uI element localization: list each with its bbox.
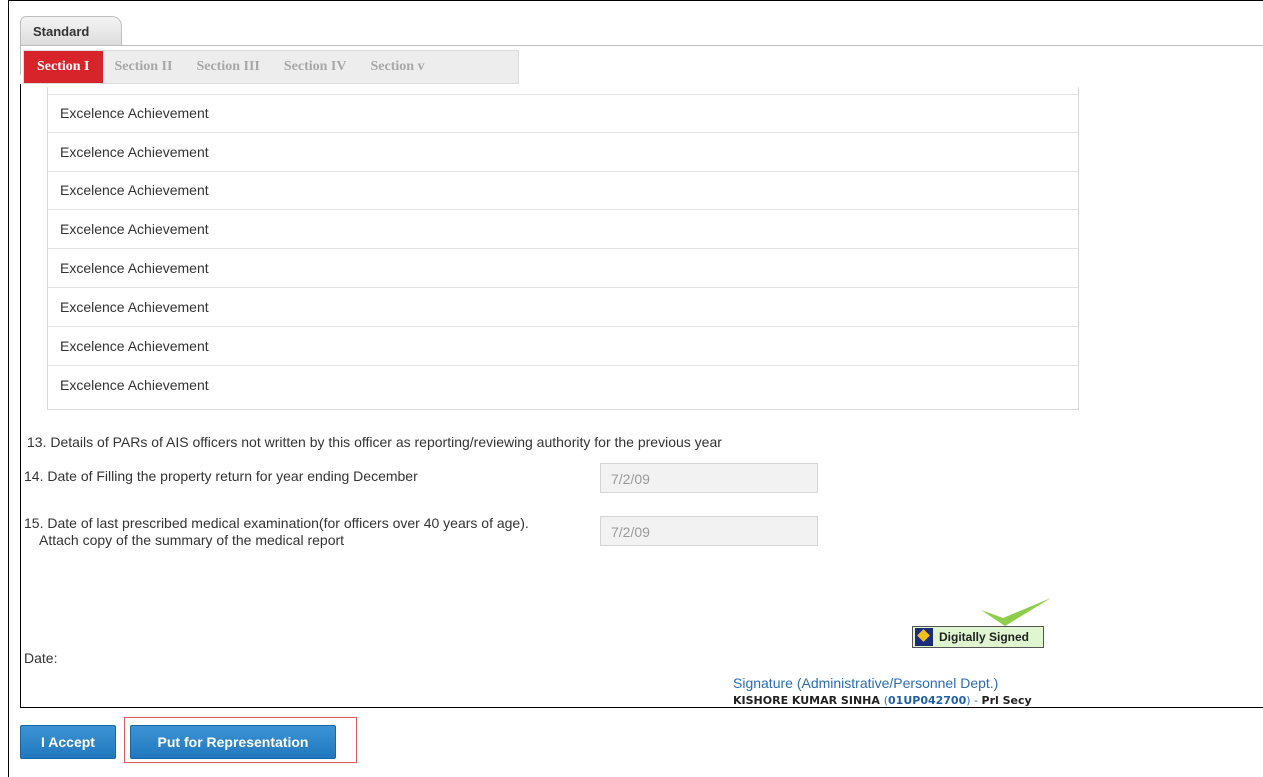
table-row: Excelence Achievement [48, 94, 1078, 133]
question-15-line-1: 15. Date of last prescribed medical exam… [24, 515, 529, 531]
signatory-designation: Prl Secy [981, 694, 1032, 707]
achievements-table: Excelence Achievement Excelence Achievem… [47, 87, 1079, 410]
table-row: Excelence Achievement [48, 133, 1078, 172]
section-tabs: Section I Section II Section III Section… [23, 50, 519, 84]
tab-divider [20, 45, 1263, 46]
digitally-signed-label: Digitally Signed [939, 630, 1030, 644]
table-row: Excelence Achievement [48, 210, 1078, 250]
form-content: Excelence Achievement Excelence Achievem… [20, 84, 1263, 708]
accept-button[interactable]: I Accept [20, 725, 116, 759]
table-row: Excelence Achievement [48, 249, 1078, 288]
checkmark-icon [981, 598, 1051, 626]
signatory-name: KISHORE KUMAR SINHA (01UP042700) - Prl S… [733, 694, 1032, 707]
table-row: Excelence Achievement [48, 288, 1078, 327]
digitally-signed-badge: Digitally Signed [912, 626, 1044, 648]
medical-exam-date-field[interactable]: 7/2/09 [600, 516, 818, 546]
tab-standard[interactable]: Standard [20, 16, 122, 46]
table-row: Excelence Achievement [48, 172, 1078, 211]
tab-section-3[interactable]: Section III [184, 51, 271, 83]
table-row: Excelence Achievement [60, 376, 209, 393]
question-15-label: 15. Date of last prescribed medical exam… [24, 515, 529, 549]
tab-divider-vertical [20, 45, 21, 75]
date-label: Date: [24, 650, 58, 666]
property-return-date-field[interactable]: 7/2/09 [600, 463, 818, 493]
question-14-label: 14. Date of Filling the property return … [24, 468, 418, 484]
signature-title: Signature (Administrative/Personnel Dept… [733, 675, 999, 691]
put-for-representation-button[interactable]: Put for Representation [130, 725, 336, 759]
tab-section-5[interactable]: Section v [358, 51, 436, 83]
signature-logo-icon [915, 628, 933, 646]
question-15-line-2: Attach copy of the summary of the medica… [39, 532, 345, 548]
signatory-full-name: KISHORE KUMAR SINHA [733, 694, 880, 707]
tab-section-4[interactable]: Section IV [272, 51, 359, 83]
tab-section-2[interactable]: Section II [103, 51, 185, 83]
table-row: Excelence Achievement [48, 327, 1078, 366]
signatory-code: 01UP042700 [888, 694, 967, 707]
tab-section-1[interactable]: Section I [24, 51, 103, 83]
designation-separator: - [970, 694, 982, 707]
question-13-label: 13. Details of PARs of AIS officers not … [27, 434, 722, 450]
